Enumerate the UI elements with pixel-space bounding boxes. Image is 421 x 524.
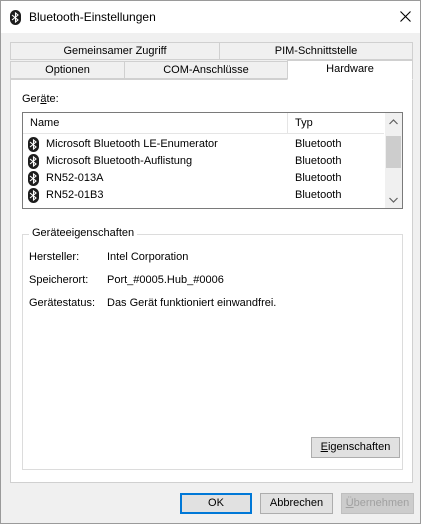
group-title: Geräteeigenschaften [29, 227, 138, 239]
apply-button: Übernehmen [341, 493, 414, 514]
bluetooth-icon [28, 137, 39, 152]
column-header-name[interactable]: Name [23, 113, 288, 134]
device-name: RN52-01B3 [46, 189, 104, 201]
close-icon [399, 10, 411, 22]
vertical-scrollbar[interactable] [385, 113, 402, 208]
location-label: Speicherort: [29, 274, 89, 286]
list-item[interactable]: Microsoft Bluetooth LE-Enumerator Blueto… [23, 136, 384, 153]
tab-options[interactable]: Optionen [10, 61, 125, 79]
list-item[interactable]: RN52-01B3 Bluetooth [23, 187, 384, 204]
bluetooth-icon [10, 10, 21, 25]
tab-hardware[interactable]: Hardware [287, 60, 413, 80]
window-title: Bluetooth-Einstellungen [29, 10, 156, 24]
close-button[interactable] [392, 3, 418, 29]
device-type: Bluetooth [295, 138, 342, 150]
list-item[interactable]: Microsoft Bluetooth-Auflistung Bluetooth [23, 153, 384, 170]
scroll-thumb[interactable] [386, 136, 401, 168]
manufacturer-label: Hersteller: [29, 251, 80, 263]
device-name: Microsoft Bluetooth-Auflistung [46, 155, 193, 167]
title-bar: Bluetooth-Einstellungen [1, 1, 420, 33]
device-properties-group: Geräteeigenschaften Hersteller: Intel Co… [22, 227, 403, 470]
devices-list[interactable]: Name Typ Microsoft Bluetooth LE-Enumerat… [22, 112, 403, 209]
bluetooth-icon [28, 171, 39, 186]
device-type: Bluetooth [295, 172, 342, 184]
chevron-up-icon [389, 118, 398, 124]
list-item[interactable]: RN52-013A Bluetooth [23, 170, 384, 187]
manufacturer-value: Intel Corporation [107, 251, 189, 263]
cancel-button[interactable]: Abbrechen [260, 493, 333, 514]
bluetooth-icon [28, 188, 39, 203]
hardware-panel: Geräte: Name Typ Microsoft Bluetooth LE-… [10, 79, 413, 483]
tab-shared-access[interactable]: Gemeinsamer Zugriff [10, 42, 220, 60]
chevron-down-icon [389, 197, 398, 203]
tab-com-ports[interactable]: COM-Anschlüsse [124, 61, 288, 79]
properties-button[interactable]: Eigenschaften [311, 437, 400, 458]
ok-button[interactable]: OK [180, 493, 252, 514]
status-value: Das Gerät funktioniert einwandfrei. [107, 297, 277, 309]
device-type: Bluetooth [295, 189, 342, 201]
device-type: Bluetooth [295, 155, 342, 167]
list-header: Name Typ [23, 113, 384, 134]
devices-label: Geräte: [22, 93, 59, 105]
tab-pim-interface[interactable]: PIM-Schnittstelle [219, 42, 413, 60]
device-name: Microsoft Bluetooth LE-Enumerator [46, 138, 218, 150]
dialog-window: Bluetooth-Einstellungen Gemeinsamer Zugr… [0, 0, 421, 524]
column-header-type[interactable]: Typ [288, 113, 384, 134]
scroll-down-button[interactable] [385, 191, 402, 208]
scroll-up-button[interactable] [385, 113, 402, 130]
location-value: Port_#0005.Hub_#0006 [107, 274, 224, 286]
bluetooth-icon [28, 154, 39, 169]
device-name: RN52-013A [46, 172, 104, 184]
status-label: Gerätestatus: [29, 297, 96, 309]
